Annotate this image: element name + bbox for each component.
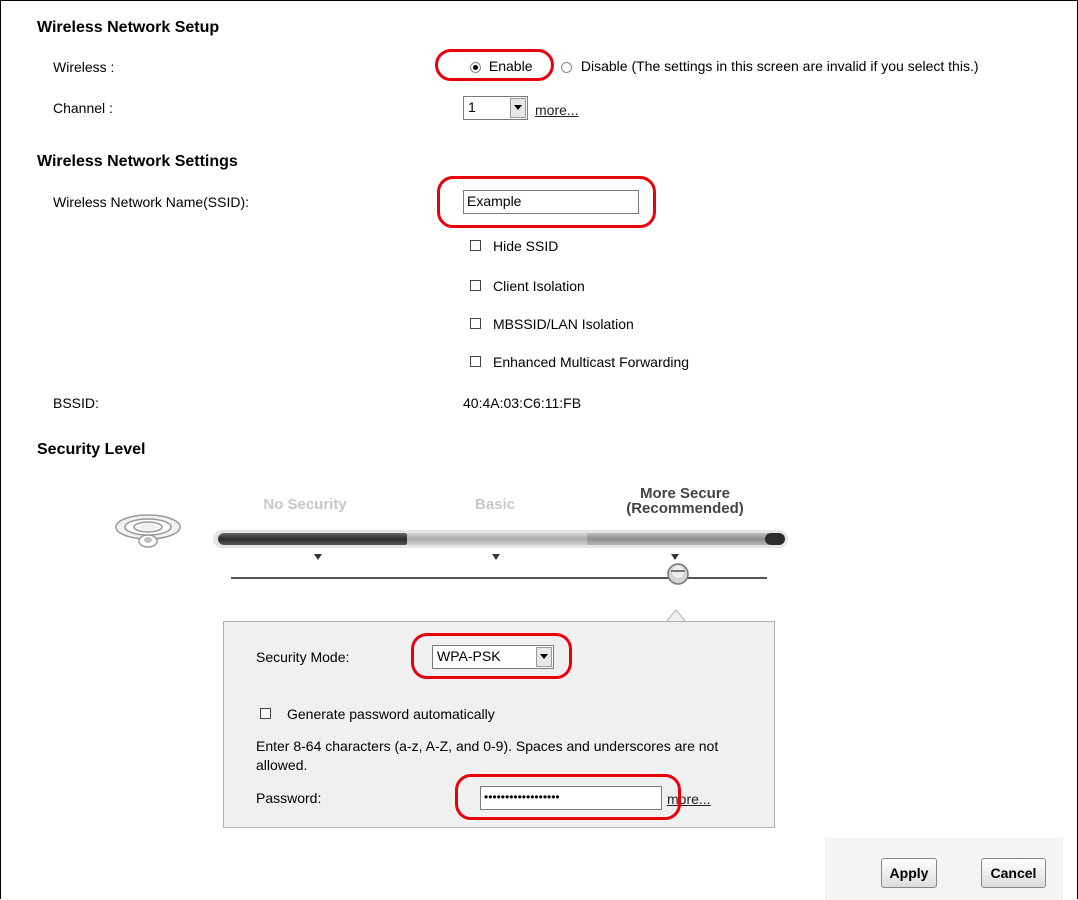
apply-button[interactable]: Apply <box>881 858 937 888</box>
channel-select[interactable]: 1 <box>463 96 528 120</box>
channel-value: 1 <box>468 99 476 115</box>
multicast-forwarding-checkbox[interactable] <box>470 356 481 367</box>
multicast-forwarding-label: Enhanced Multicast Forwarding <box>493 354 690 370</box>
wireless-disable-option[interactable]: Disable (The settings in this screen are… <box>561 58 979 74</box>
hide-ssid-checkbox[interactable] <box>470 240 481 251</box>
enable-label: Enable <box>488 58 533 74</box>
level-label-more-secure[interactable]: More Secure (Recommended) <box>600 486 770 516</box>
bssid-label: BSSID: <box>53 395 99 411</box>
security-mode-value: WPA-PSK <box>437 648 501 664</box>
section-title-setup: Wireless Network Setup <box>37 19 220 36</box>
client-isolation-label: Client Isolation <box>493 278 585 294</box>
password-value: •••••••••••••••••• <box>484 790 560 804</box>
level-label-basic[interactable]: Basic <box>455 496 535 513</box>
password-input[interactable]: •••••••••••••••••• <box>480 786 662 810</box>
password-label: Password: <box>256 790 322 806</box>
section-title-security: Security Level <box>37 441 146 458</box>
security-mode-label: Security Mode: <box>256 649 350 665</box>
channel-more-link[interactable]: more... <box>535 102 579 118</box>
bssid-value: 40:4A:03:C6:11:FB <box>463 395 582 411</box>
mbssid-isolation-checkbox[interactable] <box>470 318 481 329</box>
ssid-input[interactable]: Example <box>463 190 639 214</box>
level-label-no-security[interactable]: No Security <box>250 496 360 513</box>
password-hint: Enter 8-64 characters (a-z, A-Z, and 0-9… <box>256 738 719 773</box>
hide-ssid-label: Hide SSID <box>493 238 559 254</box>
enable-radio[interactable] <box>470 61 481 73</box>
chevron-down-icon[interactable] <box>536 647 552 667</box>
mbssid-isolation-label: MBSSID/LAN Isolation <box>493 316 634 332</box>
wireless-router-icon <box>115 514 181 548</box>
security-mode-select[interactable]: WPA-PSK <box>432 645 554 669</box>
security-level-slider[interactable] <box>213 528 788 588</box>
disable-radio[interactable] <box>561 61 572 73</box>
chevron-down-icon[interactable] <box>510 98 526 118</box>
channel-label: Channel : <box>53 100 113 116</box>
password-more-link[interactable]: more... <box>667 791 711 807</box>
ssid-label: Wireless Network Name(SSID): <box>53 194 250 210</box>
section-title-settings: Wireless Network Settings <box>37 153 238 170</box>
wireless-label: Wireless : <box>53 59 115 75</box>
wireless-enable-option[interactable]: Enable <box>470 58 532 74</box>
client-isolation-checkbox[interactable] <box>470 280 481 291</box>
cancel-button[interactable]: Cancel <box>981 858 1046 888</box>
generate-password-checkbox[interactable] <box>260 708 271 719</box>
ssid-value: Example <box>467 193 522 209</box>
disable-label: Disable (The settings in this screen are… <box>580 58 979 74</box>
generate-password-label: Generate password automatically <box>287 706 495 722</box>
